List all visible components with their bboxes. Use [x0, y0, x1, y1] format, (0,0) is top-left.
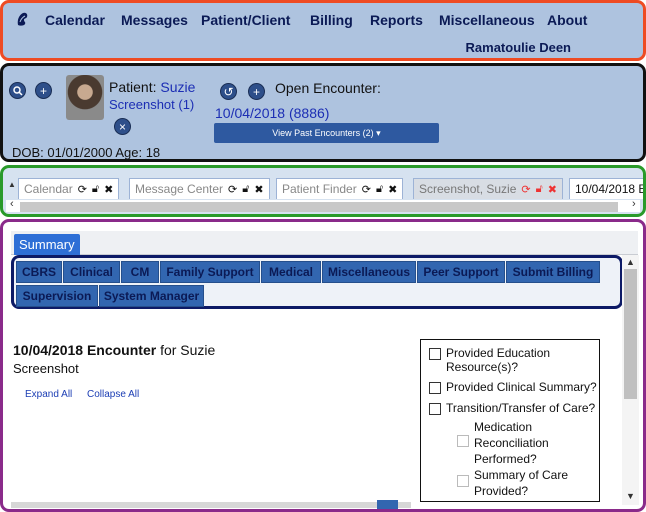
form-submit-billing-button[interactable]: Submit Billing: [506, 261, 600, 283]
main-menu-bar: Calendar Messages Patient/Client Billing…: [0, 0, 646, 61]
form-miscellaneous-button[interactable]: Miscellaneous: [322, 261, 416, 283]
unlock-icon[interactable]: 🔓︎: [242, 183, 249, 196]
tab-patient-finder[interactable]: Patient Finder ⟳ 🔓︎ ✖: [276, 178, 404, 199]
patient-label: Patient:: [109, 79, 157, 95]
expand-all-link[interactable]: Expand All: [25, 389, 72, 400]
encounter-heading-rest: for Suzie: [156, 342, 216, 358]
scroll-down-icon[interactable]: ▼: [626, 491, 635, 501]
tab-horizontal-scrollbar[interactable]: ‹ ›: [6, 198, 640, 212]
unlock-icon[interactable]: 🔓︎: [92, 183, 99, 196]
app-logo-icon[interactable]: [15, 11, 31, 27]
close-icon[interactable]: ✖: [388, 183, 397, 196]
forms-menu-panel: CBRS Clinical CM Family Support Medical …: [11, 255, 623, 309]
scroll-right-icon[interactable]: ›: [632, 198, 636, 210]
tab-label: Patient Finder: [282, 182, 357, 196]
current-user-name[interactable]: Ramatoulie Deen: [466, 40, 571, 55]
refresh-icon[interactable]: ⟳: [78, 183, 87, 196]
menu-billing[interactable]: Billing: [310, 12, 353, 28]
collapsed-section-header[interactable]: [11, 502, 411, 508]
checkbox[interactable]: [429, 403, 441, 415]
scrollbar-thumb[interactable]: [20, 202, 618, 212]
scroll-up-icon[interactable]: ▲: [626, 257, 635, 267]
encounter-heading-bold: 10/04/2018 Encounter: [13, 342, 157, 358]
checkbox[interactable]: [457, 475, 469, 487]
patient-first-name[interactable]: Suzie: [160, 79, 195, 95]
unlock-icon[interactable]: 🔓︎: [376, 183, 383, 196]
view-past-encounters-button[interactable]: View Past Encounters (2) ▾: [214, 123, 439, 143]
close-icon[interactable]: ✖: [254, 183, 263, 196]
checklist-label: Transition/Transfer of Care?: [446, 401, 596, 415]
checkbox[interactable]: [457, 435, 469, 447]
form-medical-button[interactable]: Medical: [261, 261, 321, 283]
unlock-icon[interactable]: 🔓︎: [536, 183, 543, 196]
tab-strip: ▲ Calendar ⟳ 🔓︎ ✖ Message Center ⟳ 🔓︎ ✖ …: [0, 165, 646, 217]
open-encounter-link[interactable]: 10/04/2018 (8886): [215, 105, 329, 121]
patient-last-name[interactable]: Screenshot (1): [109, 97, 194, 112]
checkbox[interactable]: [429, 382, 441, 394]
menu-reports[interactable]: Reports: [370, 12, 423, 28]
patient-panel: + Patient: Suzie Screenshot (1) × DOB: 0…: [0, 63, 646, 162]
tab-summary[interactable]: Summary: [14, 234, 80, 255]
checklist-label: Medication Reconciliation Performed?: [474, 420, 549, 466]
tab-message-center[interactable]: Message Center ⟳ 🔓︎ ✖: [129, 178, 270, 199]
form-family-support-button[interactable]: Family Support: [160, 261, 260, 283]
checklist-item[interactable]: Transition/Transfer of Care?: [429, 401, 599, 415]
menu-miscellaneous[interactable]: Miscellaneous: [439, 12, 535, 28]
content-vertical-scrollbar[interactable]: ▲ ▼: [622, 255, 639, 505]
checklist-label: Summary of Care Provided?: [474, 468, 569, 498]
menu-calendar[interactable]: Calendar: [45, 12, 105, 28]
scroll-left-icon[interactable]: ‹: [10, 198, 14, 210]
close-icon[interactable]: ✖: [104, 183, 113, 196]
encounter-content: Summary CBRS Clinical CM Family Support …: [0, 219, 646, 512]
refresh-icon[interactable]: ⟳: [362, 183, 371, 196]
add-patient-icon[interactable]: +: [35, 82, 52, 99]
form-peer-support-button[interactable]: Peer Support: [417, 261, 505, 283]
checklist-label: Provided Education Resource(s)?: [446, 346, 551, 374]
collapse-all-link[interactable]: Collapse All: [87, 389, 139, 400]
form-supervision-button[interactable]: Supervision: [16, 285, 98, 307]
patient-label-line: Patient: Suzie: [109, 79, 195, 95]
tab-calendar[interactable]: Calendar ⟳ 🔓︎ ✖: [18, 178, 120, 199]
tab-label: Screenshot, Suzie: [419, 182, 517, 196]
open-encounter-label: Open Encounter:: [275, 80, 381, 96]
tab-scroll-up-icon[interactable]: ▲: [8, 180, 16, 189]
refresh-icon[interactable]: ⟳: [228, 183, 237, 196]
tab-label: 10/04/2018 En: [575, 182, 646, 196]
form-clinical-button[interactable]: Clinical: [63, 261, 120, 283]
checklist-label: Provided Clinical Summary?: [446, 380, 597, 394]
checklist-item[interactable]: Provided Clinical Summary?: [429, 380, 599, 394]
form-cbrs-button[interactable]: CBRS: [16, 261, 62, 283]
tab-label: Message Center: [135, 182, 224, 196]
patient-dob-age: DOB: 01/01/2000 Age: 18: [12, 145, 161, 160]
tab-label: Calendar: [24, 182, 73, 196]
checklist-item[interactable]: Provided Education Resource(s)?: [429, 346, 589, 374]
section-toggle-button[interactable]: [377, 500, 398, 509]
history-icon[interactable]: ↺: [220, 83, 237, 100]
encounter-heading: 10/04/2018 Encounter for Suzie: [13, 342, 215, 358]
menu-patient-client[interactable]: Patient/Client: [201, 12, 290, 28]
form-system-manager-button[interactable]: System Manager: [99, 285, 204, 307]
add-encounter-icon[interactable]: +: [248, 83, 265, 100]
patient-photo: [66, 75, 104, 120]
tab-patient-record[interactable]: Screenshot, Suzie ⟳ 🔓︎ ✖: [413, 178, 563, 199]
close-icon[interactable]: ✖: [548, 183, 557, 196]
encounter-heading-line2: Screenshot: [13, 361, 79, 376]
form-cm-button[interactable]: CM: [121, 261, 159, 283]
tab-encounter[interactable]: 10/04/2018 En: [569, 178, 646, 199]
search-patient-icon[interactable]: [9, 82, 26, 99]
close-patient-icon[interactable]: ×: [114, 118, 131, 135]
checklist-subitem[interactable]: Summary of Care Provided?: [457, 467, 577, 499]
scrollbar-thumb[interactable]: [624, 269, 637, 399]
checkbox[interactable]: [429, 348, 441, 360]
summary-tab-bar: Summary: [11, 231, 638, 255]
menu-about[interactable]: About: [547, 12, 587, 28]
refresh-icon[interactable]: ⟳: [521, 183, 530, 196]
menu-messages[interactable]: Messages: [121, 12, 188, 28]
checklist-subitem[interactable]: Medication Reconciliation Performed?: [457, 419, 567, 467]
encounter-checklist: Provided Education Resource(s)? Provided…: [420, 339, 600, 502]
